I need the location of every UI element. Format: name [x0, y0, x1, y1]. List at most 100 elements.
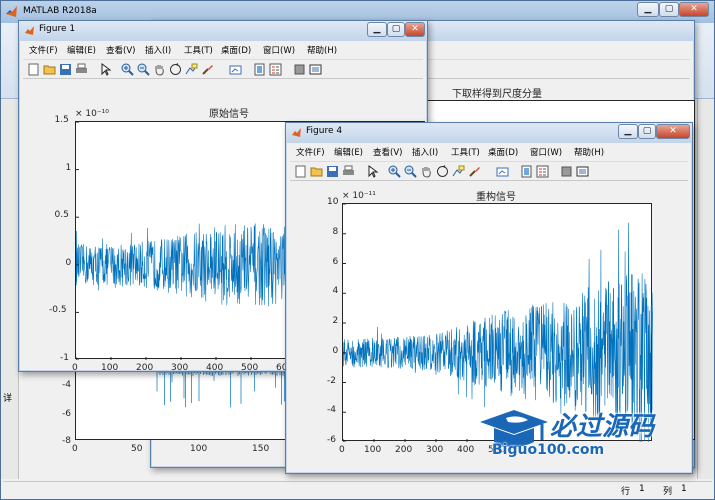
left-panel-snippet: 详	[3, 394, 13, 404]
pointer-icon[interactable]	[99, 63, 112, 76]
legend-icon[interactable]	[536, 165, 549, 178]
print-icon[interactable]	[342, 165, 355, 178]
behind-plot	[156, 372, 285, 408]
figure-1-exponent-label: × 10⁻¹⁰	[75, 109, 109, 119]
brush-icon[interactable]	[468, 165, 481, 178]
show-plot-tools-icon[interactable]	[309, 63, 322, 76]
main-close-button[interactable]: ✕	[679, 2, 709, 17]
menu-item-5[interactable]: 桌面(D)	[488, 146, 518, 158]
colorbar-icon[interactable]	[253, 63, 266, 76]
link-plot-icon[interactable]	[229, 63, 242, 76]
figure-1-menubar: 文件(F) 编辑(E) 查看(V) 插入(I) 工具(T) 桌面(D) 窗口(W) 帮助(H)	[23, 41, 423, 59]
figure-1-close-button[interactable]: ✕	[405, 22, 425, 37]
pan-hand-icon[interactable]	[420, 165, 433, 178]
menu-item-0[interactable]: 文件(F)	[296, 146, 325, 158]
data-cursor-icon[interactable]	[452, 165, 465, 178]
zoom-in-icon[interactable]	[388, 165, 401, 178]
figure-1-titlebar: Figure 1 ▁ ▢ ✕	[19, 21, 427, 41]
menu-item-3[interactable]: 插入(I)	[145, 44, 171, 56]
figure-4-exponent-label: × 10⁻¹¹	[342, 191, 376, 201]
zoom-out-icon[interactable]	[137, 63, 150, 76]
figure-1-minimize-button[interactable]: ▁	[367, 22, 387, 37]
zoom-in-icon[interactable]	[121, 63, 134, 76]
menu-item-7[interactable]: 帮助(H)	[307, 44, 337, 56]
hide-plot-tools-icon[interactable]	[560, 165, 573, 178]
status-col-value: 1	[681, 484, 687, 494]
print-icon[interactable]	[75, 63, 88, 76]
rotate-icon[interactable]	[169, 63, 182, 76]
hide-plot-tools-icon[interactable]	[293, 63, 306, 76]
menu-item-3[interactable]: 插入(I)	[412, 146, 438, 158]
menu-item-1[interactable]: 编辑(E)	[67, 44, 96, 56]
watermark-text: 必过源码	[550, 412, 655, 442]
show-plot-tools-icon[interactable]	[576, 165, 589, 178]
menu-item-5[interactable]: 桌面(D)	[221, 44, 251, 56]
save-icon[interactable]	[59, 63, 72, 76]
figure-1-x-tick-label: 100	[101, 363, 119, 373]
main-minimize-button[interactable]: ▁	[637, 2, 659, 17]
main-status-bar: 行 1 列 1	[3, 481, 712, 497]
zoom-out-icon[interactable]	[404, 165, 417, 178]
figure-1-x-tick-label: 300	[171, 363, 189, 373]
menu-item-2[interactable]: 查看(V)	[106, 44, 135, 56]
menu-item-1[interactable]: 编辑(E)	[334, 146, 363, 158]
menu-item-4[interactable]: 工具(T)	[184, 44, 213, 56]
figure-4-toolbar	[290, 161, 688, 181]
new-file-icon[interactable]	[294, 165, 307, 178]
figure-1-toolbar	[23, 59, 423, 79]
figure-4-x-tick-label: 100	[364, 445, 382, 455]
colorbar-icon[interactable]	[520, 165, 533, 178]
open-folder-icon[interactable]	[43, 63, 56, 76]
pan-hand-icon[interactable]	[153, 63, 166, 76]
figure-1-x-tick-label: 500	[241, 363, 259, 373]
figure-4-y-tick-label: 10	[327, 197, 339, 207]
figure-4-maximize-button[interactable]: ▢	[638, 124, 656, 139]
open-folder-icon[interactable]	[310, 165, 323, 178]
save-icon[interactable]	[326, 165, 339, 178]
left-panel: 详	[1, 99, 19, 479]
main-maximize-button[interactable]: ▢	[659, 2, 679, 17]
menu-item-2[interactable]: 查看(V)	[373, 146, 402, 158]
figure-1-y-tick-label: 1.5	[54, 115, 69, 125]
behind-signal-line	[156, 372, 285, 408]
rotate-icon[interactable]	[436, 165, 449, 178]
figure-1-y-tick-label: 0	[65, 257, 72, 268]
behind-x-tick-label: 150	[252, 444, 270, 454]
figure-4-y-tick-label: 6	[332, 256, 339, 267]
figure-4-x-tick-label: 400	[457, 445, 475, 455]
menu-item-7[interactable]: 帮助(H)	[574, 146, 604, 158]
figure-1-x-tick-label: 400	[206, 363, 224, 373]
brush-icon[interactable]	[201, 63, 214, 76]
menu-item-4[interactable]: 工具(T)	[451, 146, 480, 158]
data-cursor-icon[interactable]	[185, 63, 198, 76]
new-file-icon[interactable]	[27, 63, 40, 76]
behind-chart-title: 下取样得到尺度分量	[452, 89, 542, 100]
figure-4-close-button[interactable]: ✕	[656, 124, 690, 139]
behind-y-tick-label: -8	[62, 436, 71, 446]
link-plot-icon[interactable]	[496, 165, 509, 178]
watermark: 必过源码 Biguo100.com	[478, 406, 693, 464]
behind-y-tick-label: -4	[62, 380, 71, 390]
legend-icon[interactable]	[269, 63, 282, 76]
figure-4-chart-title: 重构信号	[476, 192, 516, 203]
menu-item-6[interactable]: 窗口(W)	[530, 146, 562, 158]
main-window-title: MATLAB R2018a	[23, 6, 97, 16]
behind-y-tick-label: -6	[62, 409, 71, 419]
figure-1-x-tick-label: 200	[136, 363, 154, 373]
figure-1-x-tick-label: 0	[72, 363, 78, 373]
behind-x-tick-label: 100	[190, 444, 208, 454]
figure-1-maximize-button[interactable]: ▢	[387, 22, 405, 37]
figure-4-titlebar: Figure 4 ▁ ▢ ✕	[286, 123, 692, 143]
figure-4-y-tick-label: 2	[332, 316, 339, 326]
figure-1-y-tick-label: 0.5	[54, 210, 69, 221]
right-panel	[697, 99, 714, 479]
pointer-icon[interactable]	[366, 165, 379, 178]
figure-1-chart-title: 原始信号	[209, 109, 249, 120]
status-row-label: 行	[621, 487, 631, 497]
menu-item-6[interactable]: 窗口(W)	[263, 44, 295, 56]
behind-x-tick-label: 0	[72, 444, 78, 454]
figure-4-minimize-button[interactable]: ▁	[618, 124, 638, 139]
menu-item-0[interactable]: 文件(F)	[29, 44, 58, 56]
figure-4-x-tick-label: 300	[426, 445, 444, 455]
figure-1-title: Figure 1	[39, 24, 76, 34]
